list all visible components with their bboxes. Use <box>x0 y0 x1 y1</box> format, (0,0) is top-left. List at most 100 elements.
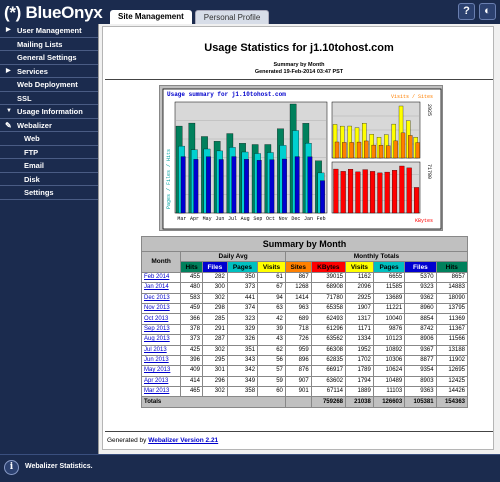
table-cell: 480 <box>180 282 203 294</box>
bar-sites <box>371 144 376 159</box>
sidebar-item-mailing-lists[interactable]: Mailing Lists <box>0 38 98 51</box>
table-cell: 366 <box>180 313 203 325</box>
month-cell: Mar 2013 <box>140 386 182 398</box>
col-header-daily-pages: Pages <box>226 261 259 273</box>
col-header-monthly-sites: Sites <box>284 261 312 273</box>
month-link[interactable]: May 2013 <box>144 367 170 373</box>
bar-sites <box>364 140 369 159</box>
table-cell: 9354 <box>404 365 437 377</box>
sidebar-item-general-settings[interactable]: General Settings <box>0 51 98 65</box>
x-tick-label: Nov <box>279 216 288 222</box>
month-link[interactable]: Sep 2013 <box>144 326 170 332</box>
table-cell: 12695 <box>435 365 469 377</box>
month-link[interactable]: Apr 2013 <box>144 378 168 384</box>
sidebar-item-web-deployment[interactable]: Web Deployment <box>0 78 98 92</box>
table-cell: 62493 <box>310 313 347 325</box>
table-cell: 342 <box>226 365 259 377</box>
col-header-monthly-hits: Hits <box>435 261 469 273</box>
month-link[interactable]: Nov 2013 <box>144 305 170 311</box>
month-link[interactable]: Jun 2013 <box>144 357 169 363</box>
sidebar-item-services[interactable]: ▶ Services <box>0 65 98 78</box>
table-cell: 1171 <box>345 323 374 336</box>
y-max-right-top: 2925 <box>426 104 432 116</box>
bar-kbytes <box>340 171 346 214</box>
sidebar-item-label: Email <box>24 161 45 170</box>
generated-by: Generated by Webalizer Version 2.21 <box>107 437 218 444</box>
col-header-monthly-kbytes: KBytes <box>310 261 347 273</box>
table-cell: 5370 <box>404 271 437 284</box>
month-link[interactable]: Aug 2013 <box>144 336 170 342</box>
month-link[interactable]: Feb 2014 <box>144 274 169 280</box>
table-cell: 583 <box>180 292 203 304</box>
x-tick-label: May <box>203 216 212 222</box>
logout-icon[interactable]: ◐ <box>479 3 496 20</box>
totals-cell: 154363 <box>435 396 469 408</box>
table-cell: 907 <box>284 375 312 388</box>
bar-sites <box>415 142 420 159</box>
month-link[interactable]: Jul 2013 <box>144 347 167 353</box>
month-link[interactable]: Mar 2013 <box>144 388 169 394</box>
table-cell: 39015 <box>310 271 347 284</box>
table-cell: 358 <box>226 386 259 398</box>
sidebar-item-ssl[interactable]: SSL <box>0 92 98 105</box>
table-row: Dec 2013 583 302 441 94 1414 71780 2925 13689 936… <box>140 292 469 304</box>
x-tick-label: Sep <box>253 216 262 222</box>
table-cell: 10624 <box>372 365 406 377</box>
bar-kbytes <box>362 169 368 214</box>
page-subtitle: Summary by Month Generated 19-Feb-2014 0… <box>103 62 495 76</box>
bar-files <box>269 159 275 214</box>
month-cell: Jun 2013 <box>140 354 182 367</box>
table-cell: 62 <box>257 344 286 356</box>
sidebar-item-usage-information[interactable]: ▼ Usage Information <box>0 105 98 119</box>
table-cell: 441 <box>226 292 259 304</box>
table-row: Sep 2013 378 291 329 39 718 61296 1171 9876 8742 1… <box>140 323 469 336</box>
pen-icon: ✎ <box>5 120 12 130</box>
sidebar-item-label: Mailing Lists <box>17 39 63 49</box>
table-cell: 378 <box>180 323 203 336</box>
table-cell: 455 <box>180 271 203 284</box>
bar-kbytes <box>370 171 376 214</box>
sidebar-item-disk[interactable]: Disk <box>0 173 98 186</box>
col-header-daily-files: Files <box>201 261 228 273</box>
table-cell: 8906 <box>404 334 437 346</box>
header-bar: (*) BlueOnyx Site Management Personal Pr… <box>0 0 500 24</box>
sidebar-item-user-management[interactable]: ▶ User Management <box>0 24 98 38</box>
table-cell: 414 <box>180 375 203 388</box>
table-cell: 12425 <box>435 375 469 388</box>
table-cell: 65358 <box>310 302 347 315</box>
sidebar-item-ftp[interactable]: FTP <box>0 146 98 159</box>
table-cell: 11103 <box>372 386 406 398</box>
bar-files <box>180 156 186 214</box>
month-cell: Apr 2013 <box>140 375 182 388</box>
sidebar-item-email[interactable]: Email <box>0 159 98 173</box>
table-cell: 465 <box>180 386 203 398</box>
bar-kbytes <box>348 169 354 214</box>
sidebar-item-webalizer[interactable]: ✎ Webalizer <box>0 119 98 132</box>
table-cell: 896 <box>284 354 312 367</box>
tab-site-management[interactable]: Site Management <box>110 10 192 24</box>
sidebar-item-label: Disk <box>24 174 40 184</box>
table-cell: 61 <box>257 271 286 284</box>
bar-files <box>218 159 224 214</box>
sidebar-item-web[interactable]: Web <box>0 132 98 146</box>
x-tick-label: Jul <box>228 216 237 222</box>
help-icon[interactable]: ? <box>458 3 475 20</box>
month-link[interactable]: Jan 2014 <box>144 284 169 290</box>
bar-sites <box>386 145 391 159</box>
table-cell: 425 <box>180 344 203 356</box>
sidebar-item-settings[interactable]: Settings <box>0 186 98 200</box>
webalizer-link[interactable]: Webalizer Version 2.21 <box>148 437 218 444</box>
table-cell: 901 <box>284 386 312 398</box>
table-cell: 60 <box>257 386 286 398</box>
table-cell: 39 <box>257 323 286 336</box>
table-cell: 726 <box>284 334 312 346</box>
tab-personal-profile[interactable]: Personal Profile <box>194 10 270 24</box>
table-cell: 1268 <box>284 282 312 294</box>
legend-visits-sites: Visits / Sites <box>391 94 433 100</box>
table-cell: 302 <box>201 344 228 356</box>
month-link[interactable]: Dec 2013 <box>144 295 170 301</box>
month-cell: Sep 2013 <box>140 323 182 336</box>
table-cell: 1702 <box>345 354 374 367</box>
table-cell: 296 <box>201 375 228 388</box>
month-link[interactable]: Oct 2013 <box>144 316 168 322</box>
